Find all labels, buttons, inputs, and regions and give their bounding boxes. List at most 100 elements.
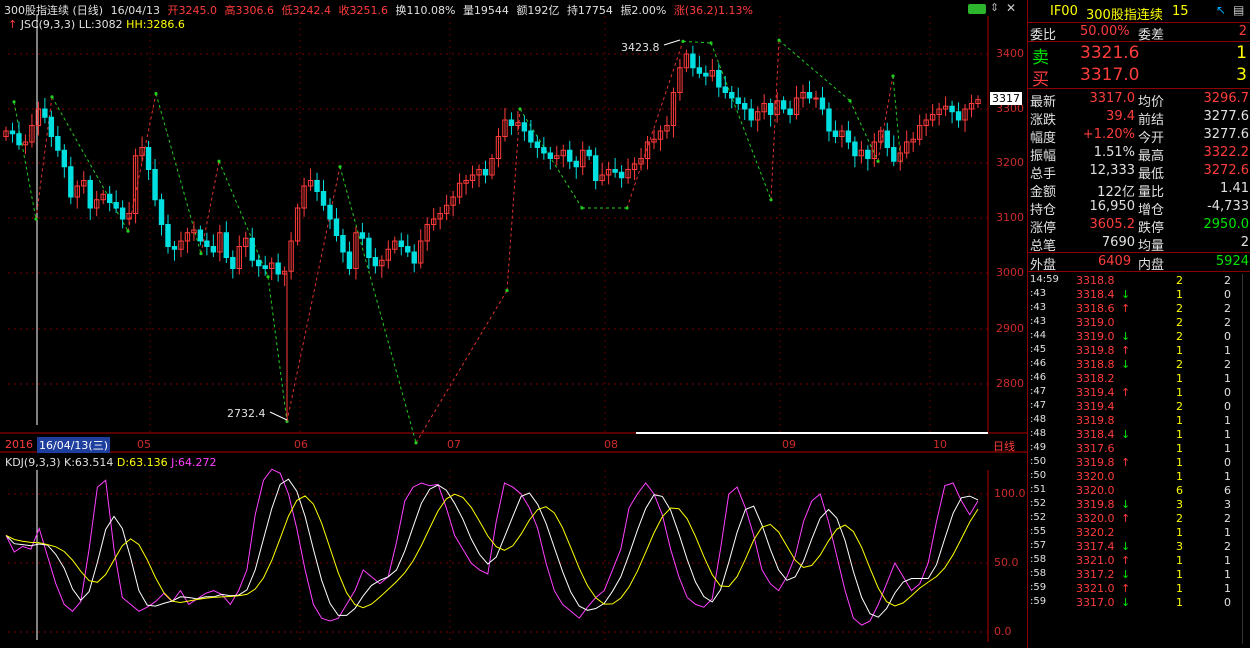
tick-price: 3321.0 xyxy=(1076,582,1115,595)
zigzag-point xyxy=(126,229,130,233)
tick-row: :59 3321.0 ↑ 1 1 xyxy=(1028,582,1250,596)
tick-change: 1 xyxy=(1224,372,1231,385)
tick-price: 3317.2 xyxy=(1076,568,1115,581)
tick-arrow: ↓ xyxy=(1121,330,1131,343)
instrument-name: 300股指连续 xyxy=(1086,8,1163,23)
tick-volume: 1 xyxy=(1176,344,1183,357)
tick-volume: 1 xyxy=(1176,414,1183,427)
stat-value: 2 xyxy=(1240,235,1249,250)
candle-body xyxy=(819,97,826,110)
tick-change: 1 xyxy=(1224,554,1231,567)
candle-body xyxy=(528,130,534,143)
tick-scrollbar[interactable] xyxy=(1242,274,1250,644)
candle-body xyxy=(48,116,55,137)
stats-row: 最新 3317.0 均价 3296.7 xyxy=(1028,90,1250,110)
tick-time: 14:59 xyxy=(1030,274,1059,285)
kdj-label: KDJ(9,3,3) xyxy=(5,456,61,469)
tick-arrow: ↑ xyxy=(1121,554,1131,567)
tick-volume: 1 xyxy=(1176,582,1183,595)
stats-row: 总手 12,333 最低 3272.6 xyxy=(1028,162,1250,182)
chart-area[interactable]: 300股指连续 (日线) 16/04/13 开3245.0 高3306.6 低3… xyxy=(0,0,1027,648)
month-tick-label: 05 xyxy=(137,438,151,451)
zigzag-point xyxy=(777,38,781,42)
stat-value: -4,733 xyxy=(1207,199,1249,214)
tick-row: :43 3319.0 2 2 xyxy=(1028,316,1250,330)
price-tick-label: 3400 xyxy=(996,47,1024,60)
candle-body xyxy=(165,224,171,247)
tick-row: :57 3317.4 ↓ 3 2 xyxy=(1028,540,1250,554)
month-tick-label: 06 xyxy=(294,438,308,451)
zigzag-point xyxy=(681,39,685,43)
settings-icon[interactable]: ▤ xyxy=(1233,3,1244,17)
tick-price: 3320.0 xyxy=(1076,512,1115,525)
candle-body xyxy=(210,246,217,253)
candle-body xyxy=(204,240,210,247)
tick-volume: 1 xyxy=(1176,470,1183,483)
candle-body xyxy=(256,259,262,267)
tick-row: :51 3320.0 6 6 xyxy=(1028,484,1250,498)
stat-value: 12,333 xyxy=(1089,163,1136,178)
candle-body xyxy=(852,141,858,157)
stat-value: +1.20% xyxy=(1082,127,1135,142)
tick-time: :49 xyxy=(1030,442,1047,453)
zigzag-point xyxy=(769,198,773,202)
stat-value: 3605.2 xyxy=(1089,217,1136,232)
chart-mode-icon[interactable]: ↖ xyxy=(1216,3,1226,17)
tick-price: 3319.4 xyxy=(1076,400,1115,413)
candle-body xyxy=(61,149,68,168)
tick-volume: 3 xyxy=(1176,540,1183,553)
tick-change: 2 xyxy=(1224,316,1231,329)
tick-change: 2 xyxy=(1224,274,1231,287)
candle-body xyxy=(716,70,722,88)
sell-row: 卖 3321.6 1 xyxy=(1032,43,1247,68)
stat-value: 3322.2 xyxy=(1203,145,1250,160)
tick-volume: 1 xyxy=(1176,428,1183,441)
tick-arrow: ↑ xyxy=(1121,456,1131,469)
tick-volume: 1 xyxy=(1176,554,1183,567)
tick-arrow: ↓ xyxy=(1121,568,1131,581)
kdj-tick-label: 0.0 xyxy=(994,625,1012,638)
zigzag-point xyxy=(154,92,158,96)
waipan-row: 外盘 6409 内盘 5924 xyxy=(1030,254,1249,273)
tick-volume: 1 xyxy=(1176,526,1183,539)
candle-body xyxy=(618,171,625,179)
candle-body xyxy=(780,100,787,110)
tick-volume: 1 xyxy=(1176,372,1183,385)
stat-value: 2950.0 xyxy=(1203,217,1250,232)
tick-change: 0 xyxy=(1224,596,1231,609)
tick-price: 3319.8 xyxy=(1076,498,1115,511)
zigzag-segment xyxy=(127,93,157,232)
tick-row: 14:59 3318.8 2 2 xyxy=(1028,274,1250,288)
tick-row: :48 3318.4 ↓ 1 1 xyxy=(1028,428,1250,442)
candle-body xyxy=(106,193,113,203)
candlestick-chart[interactable] xyxy=(0,0,1027,648)
zigzag-segment xyxy=(877,75,894,162)
tick-price: 3318.6 xyxy=(1076,302,1115,315)
stats-row: 涨停 3605.2 跌停 2950.0 xyxy=(1028,216,1250,236)
candle-body xyxy=(567,149,573,162)
tick-row: :58 3321.0 ↑ 1 1 xyxy=(1028,554,1250,568)
tick-row: :47 3319.4 ↑ 1 0 xyxy=(1028,386,1250,400)
tick-time: :47 xyxy=(1030,386,1047,397)
tick-time: :48 xyxy=(1030,414,1047,425)
low-pointer xyxy=(269,411,288,421)
stat-value: 7690 xyxy=(1101,235,1135,250)
tick-change: 1 xyxy=(1224,568,1231,581)
zigzag-point xyxy=(50,95,54,99)
tick-time: :58 xyxy=(1030,554,1047,565)
stat-value: 1.41 xyxy=(1220,181,1249,196)
candle-body xyxy=(547,152,554,159)
tick-row: :59 3317.0 ↓ 1 0 xyxy=(1028,596,1250,610)
tick-arrow: ↑ xyxy=(1121,512,1131,525)
tick-price: 3320.0 xyxy=(1076,484,1115,497)
selected-date-label: 16/04/13(三) xyxy=(37,437,110,453)
zigzag-segment xyxy=(778,39,851,102)
zigzag-point xyxy=(580,206,584,210)
tick-change: 1 xyxy=(1224,526,1231,539)
candle-body xyxy=(787,108,793,115)
tick-volume: 2 xyxy=(1176,400,1183,413)
zigzag-segment xyxy=(339,166,417,443)
high-pointer xyxy=(663,39,681,46)
month-tick-label: 07 xyxy=(447,438,461,451)
candle-body xyxy=(152,169,158,201)
